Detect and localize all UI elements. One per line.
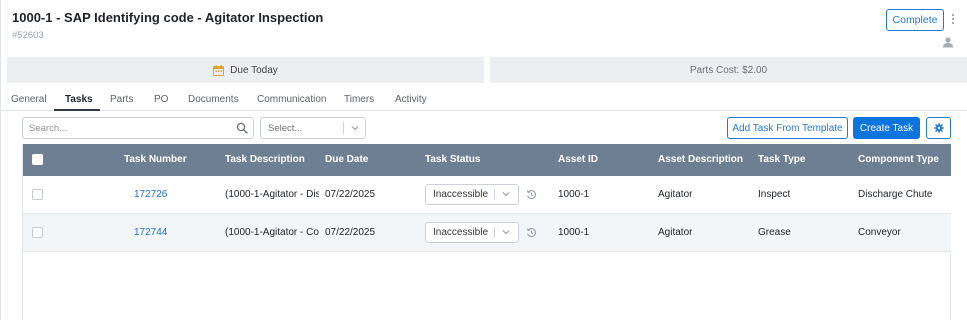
tasks-table: Task Number Task Description Due Date Ta… xyxy=(22,144,951,320)
search-field[interactable] xyxy=(22,117,254,139)
component-type-cell: Conveyor xyxy=(858,227,901,238)
column-header-asset-description[interactable]: Asset Description xyxy=(658,144,743,176)
tab-activity[interactable]: Activity xyxy=(395,88,427,111)
settings-button[interactable] xyxy=(926,117,951,139)
page-title: 1000-1 - SAP Identifying code - Agitator… xyxy=(12,10,324,25)
tab-general[interactable]: General xyxy=(11,88,47,111)
tab-bar: General Tasks Parts PO Documents Communi… xyxy=(0,88,967,111)
asset-description-cell: Agitator xyxy=(658,189,693,200)
table-header: Task Number Task Description Due Date Ta… xyxy=(23,144,951,176)
tab-tasks[interactable]: Tasks xyxy=(65,88,93,111)
tab-timers[interactable]: Timers xyxy=(344,88,374,111)
history-icon[interactable] xyxy=(526,227,537,238)
filter-select[interactable]: Select... xyxy=(260,117,366,139)
column-header-asset-id[interactable]: Asset ID xyxy=(558,144,598,176)
create-task-button[interactable]: Create Task xyxy=(853,117,920,139)
asset-id-cell: 1000-1 xyxy=(558,227,590,238)
due-date-cell: 07/22/2025 xyxy=(325,227,376,238)
asset-description-cell: Agitator xyxy=(658,227,693,238)
column-header-task-description[interactable]: Task Description xyxy=(225,144,305,176)
parts-cost-label: Parts Cost: $2.00 xyxy=(689,64,768,76)
table-row[interactable]: 172726 (1000-1-Agitator - Disc 07/22/202… xyxy=(23,176,951,214)
history-icon[interactable] xyxy=(526,189,537,200)
work-order-id: #52603 xyxy=(12,30,44,41)
search-input[interactable] xyxy=(29,121,229,135)
task-description-cell: (1000-1-Agitator - Disc xyxy=(225,189,319,200)
select-all-checkbox[interactable] xyxy=(32,154,43,165)
filter-select-placeholder: Select... xyxy=(268,123,303,134)
tab-documents[interactable]: Documents xyxy=(188,88,239,111)
task-status-value: Inaccessible xyxy=(433,189,489,200)
search-icon[interactable] xyxy=(236,122,248,134)
due-status-bar: Due Today xyxy=(7,57,484,83)
asset-id-cell: 1000-1 xyxy=(558,189,590,200)
active-tab-indicator xyxy=(54,109,100,111)
row-checkbox[interactable] xyxy=(32,227,43,238)
task-number-link[interactable]: 172726 xyxy=(134,176,167,213)
column-header-task-status[interactable]: Task Status xyxy=(425,144,480,176)
task-type-cell: Grease xyxy=(758,227,791,238)
due-label: Due Today xyxy=(230,64,278,76)
select-divider xyxy=(343,122,344,134)
tab-communication[interactable]: Communication xyxy=(257,88,326,111)
column-header-due-date[interactable]: Due Date xyxy=(325,144,368,176)
add-task-from-template-button[interactable]: Add Task From Template xyxy=(727,117,848,139)
column-header-task-number[interactable]: Task Number xyxy=(124,144,187,176)
page-left-border xyxy=(0,0,1,320)
complete-button[interactable]: Complete xyxy=(886,9,944,31)
tab-parts[interactable]: Parts xyxy=(110,88,133,111)
column-header-task-type[interactable]: Task Type xyxy=(758,144,805,176)
tab-po[interactable]: PO xyxy=(154,88,168,111)
task-status-value: Inaccessible xyxy=(433,227,489,238)
column-header-component-type[interactable]: Component Type xyxy=(858,144,939,176)
select-divider xyxy=(494,227,495,238)
kebab-menu-icon[interactable] xyxy=(949,12,957,26)
due-date-cell: 07/22/2025 xyxy=(325,189,376,200)
chevron-down-icon[interactable] xyxy=(502,228,510,236)
calendar-icon xyxy=(213,64,225,76)
chevron-down-icon[interactable] xyxy=(502,190,510,198)
parts-cost-bar: Parts Cost: $2.00 xyxy=(490,57,967,83)
gear-icon xyxy=(933,123,944,133)
task-status-select[interactable]: Inaccessible xyxy=(425,222,519,243)
select-divider xyxy=(494,189,495,200)
table-row[interactable]: 172744 (1000-1-Agitator - Con 07/22/2025… xyxy=(23,214,951,252)
task-status-select[interactable]: Inaccessible xyxy=(425,184,519,205)
task-description-cell: (1000-1-Agitator - Con xyxy=(225,227,319,238)
task-number-link[interactable]: 172744 xyxy=(134,214,167,251)
task-type-cell: Inspect xyxy=(758,189,791,200)
user-icon[interactable] xyxy=(942,36,954,48)
page-header: 1000-1 - SAP Identifying code - Agitator… xyxy=(12,10,323,41)
component-type-cell: Discharge Chute xyxy=(858,189,933,200)
row-checkbox[interactable] xyxy=(32,189,43,200)
chevron-down-icon[interactable] xyxy=(351,124,359,132)
